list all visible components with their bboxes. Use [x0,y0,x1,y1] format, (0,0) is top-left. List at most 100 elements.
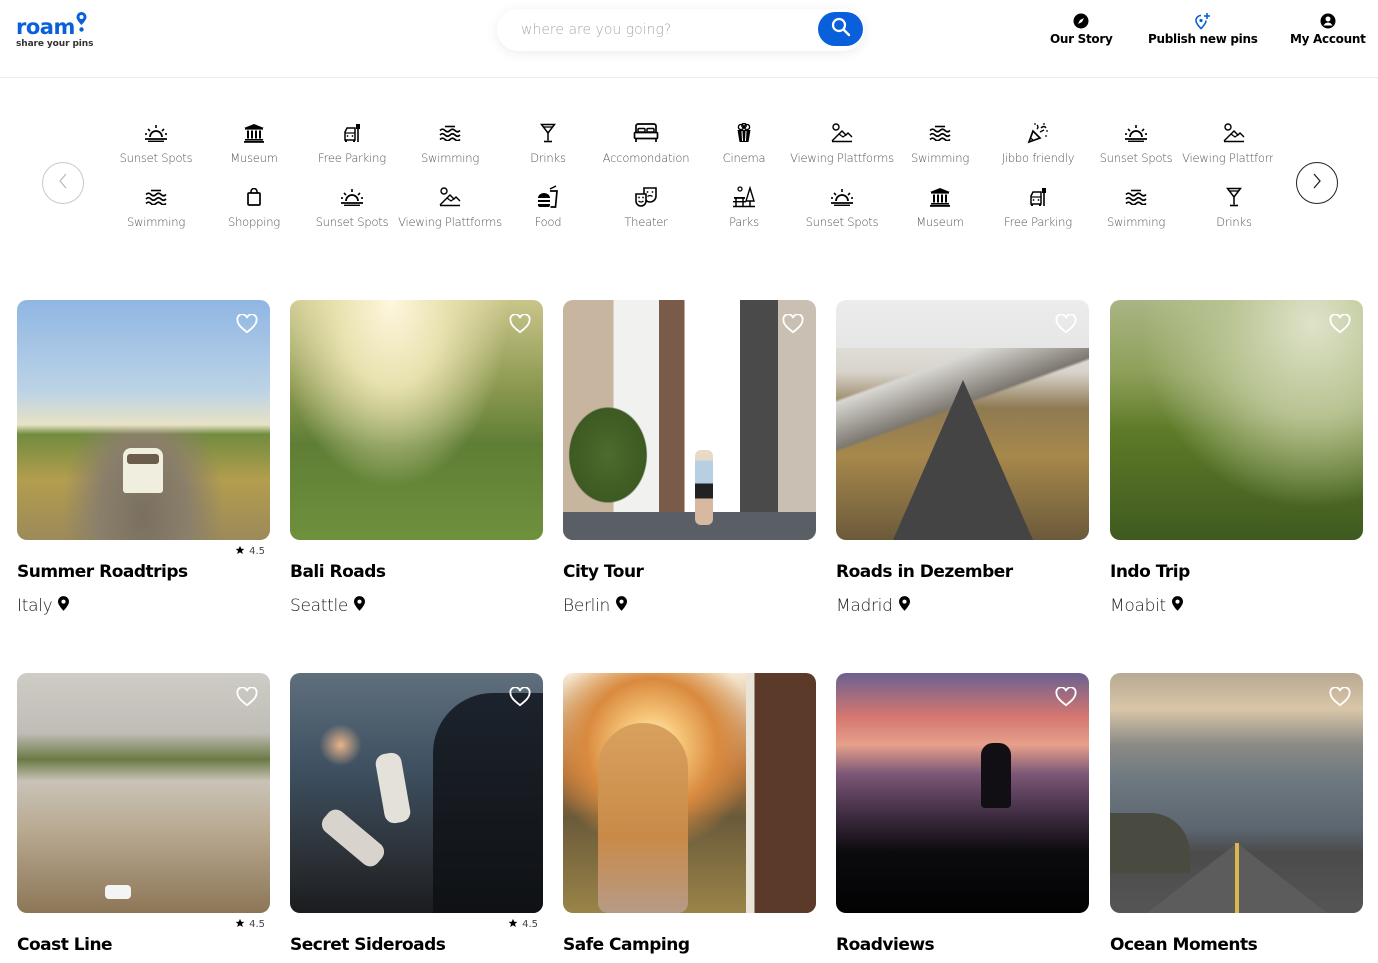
heart-icon[interactable] [1055,313,1077,338]
category-sunset-spots[interactable]: Sunset Spots [107,120,205,165]
category-shopping[interactable]: Shopping [205,184,303,229]
museum-icon [929,184,951,210]
location-label: Italy [17,596,53,616]
pin-card-title[interactable]: Coast Line [17,935,113,955]
category-drinks[interactable]: Drinks [499,120,597,165]
category-label: Viewing Plattforms [1182,151,1273,165]
pin-card-image[interactable] [563,300,816,540]
sunset-icon [830,184,854,210]
pin-card-image[interactable] [290,300,543,540]
pin-card[interactable]: City Tour Berlin [563,300,816,616]
pin-card-image[interactable] [17,300,270,540]
category-museum[interactable]: Museum [891,184,989,229]
location-label: Berlin [563,596,611,616]
pin-card-title[interactable]: Safe Camping [563,935,690,955]
category-drinks[interactable]: Drinks [1185,184,1273,229]
pin-card[interactable]: Roads in Dezember Madrid [836,300,1089,616]
location-label: Madrid [836,596,893,616]
location-label: Seattle [290,596,349,616]
category-swimming[interactable]: Swimming [401,120,499,165]
pin-card-title[interactable]: Roadviews [836,935,935,955]
pin-card-title[interactable]: Bali Roads [290,562,386,582]
pin-card[interactable]: Bali Roads Seattle [290,300,543,616]
nav-my-account[interactable]: My Account [1290,12,1366,46]
category-swimming[interactable]: Swimming [1087,184,1185,229]
pin-card-title[interactable]: Indo Trip [1110,562,1190,582]
category-free-parking[interactable]: Free Parking [303,120,401,165]
pin-card-image[interactable] [836,300,1089,540]
category-viewing-plattforms[interactable]: Viewing Plattforms [790,120,894,165]
category-museum[interactable]: Museum [205,120,303,165]
search-input[interactable] [521,9,811,51]
pin-card[interactable]: Indo Trip Moabit [1110,300,1363,616]
heart-icon[interactable] [1329,686,1351,711]
rating: 4.5 [508,918,538,931]
waves-icon [439,120,461,146]
fastfood-icon [536,184,560,210]
pin-card[interactable]: 4.5 Summer Roadtrips Italy [17,300,270,616]
category-swimming[interactable]: Swimming [891,120,989,165]
search-button[interactable] [818,12,863,46]
heart-icon[interactable] [236,686,258,711]
location-label: Moabit [1110,596,1166,616]
location-pin-icon [58,596,70,616]
category-free-parking[interactable]: Free Parking [989,184,1087,229]
category-food[interactable]: Food [499,184,597,229]
cocktail-icon [1226,184,1242,210]
pin-card[interactable]: 4.5 Secret Sideroads [290,673,543,955]
nav-publish-new-pins[interactable]: Publish new pins [1148,12,1258,46]
pin-card-image[interactable] [17,673,270,913]
compass-icon [1073,12,1089,30]
heart-icon[interactable] [1329,313,1351,338]
pin-card-image[interactable] [563,673,816,913]
category-theater[interactable]: Theater [597,184,695,229]
pin-card-image[interactable] [1110,673,1363,913]
star-icon [235,918,245,931]
search-icon [831,17,851,41]
category-sunset-spots[interactable]: Sunset Spots [793,184,891,229]
location-pin-icon [616,596,628,616]
category-label: Sunset Spots [805,215,879,229]
landscape-icon [1223,120,1245,146]
roam-logo[interactable]: roam share your pins [16,12,93,49]
category-sunset-spots[interactable]: Sunset Spots [1087,120,1185,165]
category-viewing-plattforms[interactable]: Viewing Plattforms [398,184,502,229]
category-parks[interactable]: Parks [695,184,793,229]
pin-card[interactable]: Safe Camping [563,673,816,955]
category-swimming[interactable]: Swimming [107,184,205,229]
pin-card-location: Berlin [563,596,628,616]
pin-card[interactable]: 4.5 Coast Line [17,673,270,955]
pin-card-image[interactable] [1110,300,1363,540]
search-bar [497,9,864,51]
heart-icon[interactable] [782,313,804,338]
carousel-next-button[interactable] [1296,162,1338,204]
category-cinema[interactable]: Cinema [695,120,793,165]
pin-card[interactable]: Ocean Moments [1110,673,1363,955]
heart-icon[interactable] [236,313,258,338]
heart-icon[interactable] [1055,686,1077,711]
category-label: Museum [916,215,964,229]
category-label: Free Parking [318,151,386,165]
pin-card-title[interactable]: Roads in Dezember [836,562,1013,582]
category-sunset-spots[interactable]: Sunset Spots [303,184,401,229]
category-row-2: Swimming Shopping Sunset Spots Viewing Plat… [107,184,1273,229]
category-label: Cinema [722,151,766,165]
logo-word: roam [16,15,75,39]
pin-card[interactable]: Roadviews [836,673,1089,955]
category-label: Shopping [227,215,280,229]
star-icon [235,545,245,558]
heart-icon[interactable] [509,313,531,338]
nav-our-story-label: Our Story [1050,32,1113,46]
category-jibbo-friendly[interactable]: Jibbo friendly [989,120,1087,165]
category-accomondation[interactable]: Accomondation [597,120,695,165]
pin-card-title[interactable]: Ocean Moments [1110,935,1258,955]
pin-card-image[interactable] [290,673,543,913]
pin-card-title[interactable]: Secret Sideroads [290,935,446,955]
pin-card-title[interactable]: Summer Roadtrips [17,562,188,582]
pin-card-title[interactable]: City Tour [563,562,644,582]
nav-our-story[interactable]: Our Story [1050,12,1113,46]
heart-icon[interactable] [509,686,531,711]
category-viewing-plattforms[interactable]: Viewing Plattforms [1182,120,1273,165]
pin-card-image[interactable] [836,673,1089,913]
carousel-prev-button[interactable] [42,162,84,204]
